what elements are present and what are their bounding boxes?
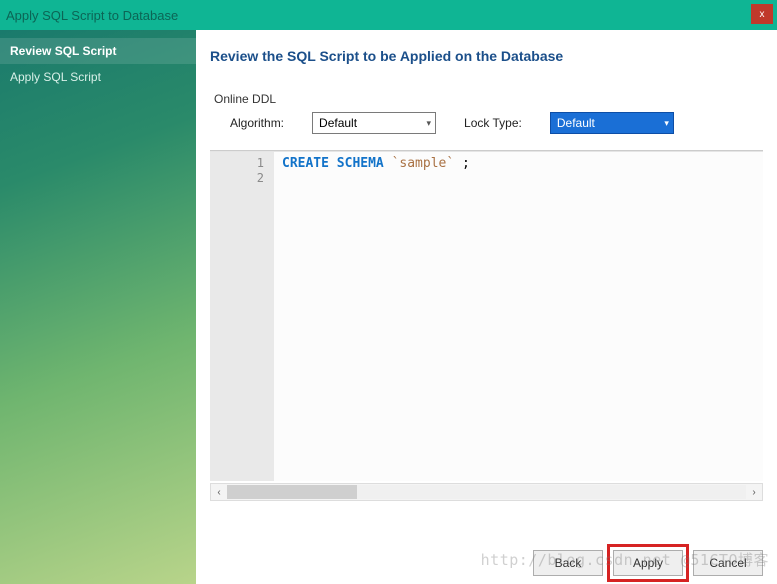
wizard-sidebar: Review SQL Script Apply SQL Script	[0, 30, 196, 584]
dialog-body: Review SQL Script Apply SQL Script Revie…	[0, 30, 777, 584]
window-title: Apply SQL Script to Database	[6, 8, 178, 23]
locktype-value: Default	[557, 116, 595, 130]
sql-keyword: CREATE SCHEMA	[282, 156, 384, 171]
sql-identifier: `sample`	[392, 156, 455, 171]
chevron-down-icon: ▾	[664, 118, 669, 129]
locktype-label: Lock Type:	[464, 116, 522, 130]
line-number: 2	[210, 171, 264, 186]
horizontal-scrollbar[interactable]: ‹ ›	[210, 483, 763, 501]
button-label: Cancel	[709, 556, 746, 570]
scroll-thumb[interactable]	[227, 485, 357, 499]
sidebar-item-label: Apply SQL Script	[10, 70, 101, 84]
sql-terminator: ;	[454, 156, 470, 171]
algorithm-value: Default	[319, 116, 357, 130]
main-panel: Review the SQL Script to be Applied on t…	[196, 30, 777, 584]
cancel-button[interactable]: Cancel	[693, 550, 763, 576]
algorithm-label: Algorithm:	[230, 116, 284, 130]
sidebar-item-label: Review SQL Script	[10, 44, 116, 58]
sidebar-item-apply-sql[interactable]: Apply SQL Script	[0, 64, 196, 90]
online-ddl-label: Online DDL	[214, 92, 763, 106]
scroll-right-arrow-icon[interactable]: ›	[746, 487, 762, 498]
button-label: Back	[555, 556, 582, 570]
scroll-track[interactable]	[227, 485, 746, 499]
ddl-row: Algorithm: Default ▾ Lock Type: Default …	[210, 112, 763, 134]
close-button[interactable]: x	[751, 4, 773, 24]
scroll-left-arrow-icon[interactable]: ‹	[211, 487, 227, 498]
line-gutter: 1 2	[210, 152, 274, 481]
apply-button[interactable]: Apply	[613, 550, 683, 576]
sql-code[interactable]: CREATE SCHEMA `sample` ;	[274, 152, 763, 481]
button-label: Apply	[633, 556, 663, 570]
titlebar: Apply SQL Script to Database x	[0, 0, 777, 30]
line-number: 1	[210, 156, 264, 171]
page-heading: Review the SQL Script to be Applied on t…	[210, 48, 763, 64]
online-ddl-section: Online DDL Algorithm: Default ▾ Lock Typ…	[210, 92, 763, 134]
back-button[interactable]: Back	[533, 550, 603, 576]
dialog-footer: Back Apply Cancel	[533, 550, 763, 576]
sql-editor[interactable]: 1 2 CREATE SCHEMA `sample` ;	[210, 151, 763, 481]
chevron-down-icon: ▾	[427, 118, 432, 129]
algorithm-combo[interactable]: Default ▾	[312, 112, 436, 134]
locktype-combo[interactable]: Default ▾	[550, 112, 674, 134]
sidebar-item-review-sql[interactable]: Review SQL Script	[0, 38, 196, 64]
close-icon: x	[760, 9, 765, 20]
